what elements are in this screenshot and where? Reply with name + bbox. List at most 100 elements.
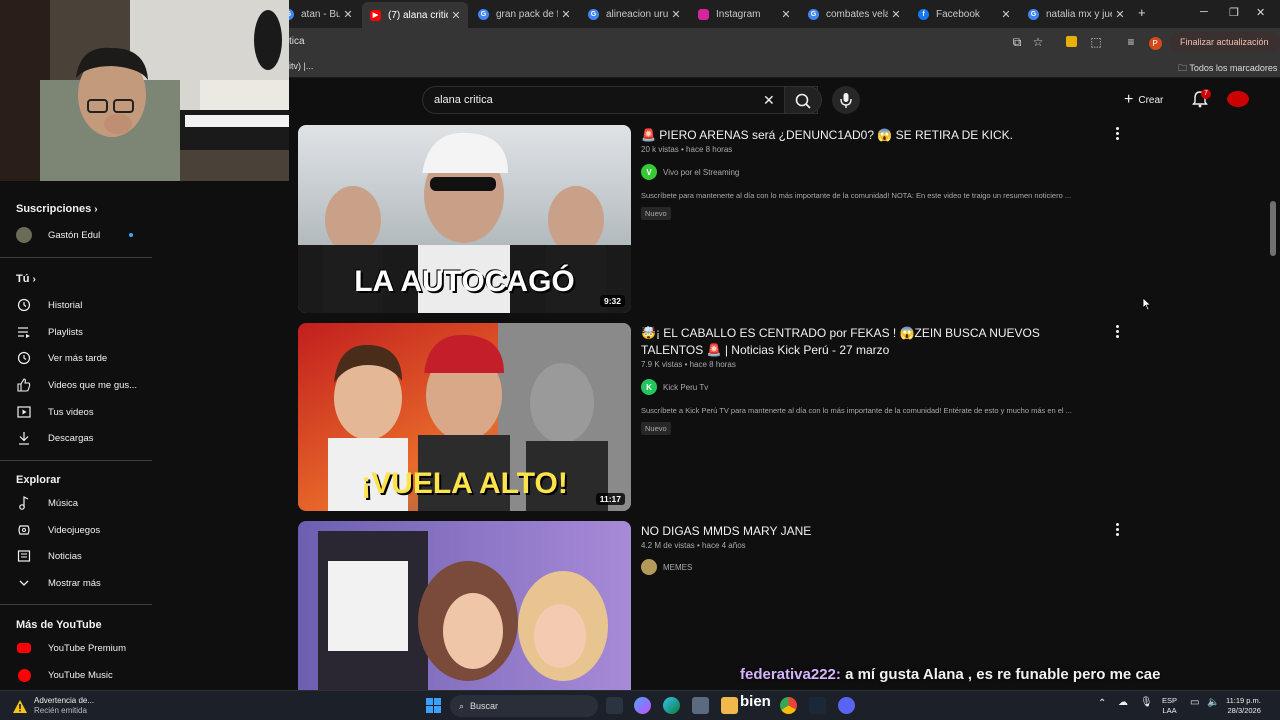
close-window-icon[interactable]: ✕ <box>1256 6 1265 19</box>
tab-google-alineacion[interactable]: G alineacion urugua ✕ <box>580 4 688 24</box>
steam-icon[interactable] <box>809 697 826 714</box>
tab-youtube[interactable]: ▶ (7) alana critica - ✕ <box>362 2 468 28</box>
microphone-tray-icon[interactable]: 🎙 <box>1140 698 1153 708</box>
weather-warning-widget[interactable]: Advertencia de... Recién emitida <box>12 696 94 716</box>
google-icon: G <box>1028 8 1039 20</box>
language-top: ESP <box>1162 696 1178 705</box>
channel-avatar <box>16 227 32 243</box>
taskbar-search[interactable]: ⌕ Buscar <box>450 695 598 717</box>
create-button[interactable]: + Crear <box>1124 89 1163 111</box>
video-thumbnail[interactable]: LA AUTOCAGÓ 9:32 <box>298 125 631 313</box>
minimize-icon[interactable]: ─ <box>1200 6 1208 18</box>
close-tab-icon[interactable]: ✕ <box>448 9 464 22</box>
channel-link[interactable]: V Vivo por el Streaming <box>641 164 739 180</box>
volume-icon[interactable]: 🔈 <box>1207 698 1219 708</box>
tab-instagram[interactable]: Instagram ✕ <box>690 4 798 24</box>
chrome-icon[interactable] <box>780 697 797 714</box>
video-title[interactable]: 🚨 PIERO ARENAS será ¿DENUNC1AD0? 😱 SE RE… <box>641 127 1101 144</box>
page-scrollbar[interactable] <box>1270 201 1276 256</box>
video-meta: 20 k vistas • hace 8 horas <box>641 145 733 154</box>
new-badge: Nuevo <box>641 422 671 435</box>
store-icon[interactable] <box>692 697 709 714</box>
sidebar-item-liked-videos[interactable]: Videos que me gus... <box>16 374 137 396</box>
chat-text: a mí gusta Alana , es re funable pero me… <box>845 666 1161 683</box>
close-tab-icon[interactable]: ✕ <box>558 8 574 21</box>
sidebar-item-label: Gastón Edul <box>48 229 101 241</box>
sidebar-item-your-videos[interactable]: Tus videos <box>16 401 94 423</box>
sidebar-item-show-more[interactable]: Mostrar más <box>16 572 101 594</box>
video-title[interactable]: NO DIGAS MMDS MARY JANE <box>641 523 1101 540</box>
file-explorer-icon[interactable] <box>721 697 738 714</box>
tab-google-natalia[interactable]: G natalia mx y juesg ✕ <box>1020 4 1132 24</box>
restore-icon[interactable]: ❐ <box>1229 6 1239 19</box>
search-button[interactable] <box>784 86 822 114</box>
tab-google-pack[interactable]: G gran pack de figu ✕ <box>470 4 578 24</box>
sidebar-item-news[interactable]: Noticias <box>16 545 82 567</box>
sidebar-item-watch-later[interactable]: Ver más tarde <box>16 347 107 369</box>
sidebar-item-label: YouTube Music <box>48 669 113 681</box>
url-field[interactable]: tica <box>289 36 305 47</box>
sidebar-item-label: Descargas <box>48 432 94 444</box>
finish-update-button[interactable]: Finalizar actualización ⋮ <box>1170 32 1280 67</box>
close-tab-icon[interactable]: ✕ <box>668 8 684 21</box>
tab-google-combates[interactable]: G combates velada ✕ <box>800 4 908 24</box>
sidebar-item-music[interactable]: Música <box>16 492 78 514</box>
webcam-overlay <box>0 0 289 181</box>
all-bookmarks-button[interactable]: 🗀 Todos los marcadores <box>1178 61 1277 77</box>
extension-icon[interactable] <box>1064 35 1078 49</box>
cast-icon[interactable]: ⧉ <box>1010 35 1024 49</box>
copilot-icon[interactable] <box>634 697 651 714</box>
clear-search-icon[interactable]: ✕ <box>763 92 775 109</box>
more-options-icon[interactable] <box>1116 325 1120 340</box>
close-tab-icon[interactable]: ✕ <box>1112 8 1128 21</box>
sidebar-item-history[interactable]: Historial <box>16 294 82 316</box>
subscriptions-heading[interactable]: Suscripciones › <box>16 203 98 215</box>
tray-overflow-icon[interactable]: ⌃ <box>1098 699 1106 709</box>
onedrive-icon[interactable]: ☁ <box>1118 698 1128 708</box>
media-icon[interactable]: ≡ <box>1124 35 1138 49</box>
task-view-icon[interactable] <box>606 697 623 714</box>
tab-facebook[interactable]: f Facebook ✕ <box>910 4 1018 24</box>
sidebar-item-gaming[interactable]: Videojuegos <box>16 519 100 541</box>
language-indicator[interactable]: ESP LAA <box>1162 696 1177 716</box>
warning-icon <box>13 699 27 713</box>
sidebar-item-label: Videojuegos <box>48 524 101 536</box>
network-icon[interactable]: ▭ <box>1190 698 1199 708</box>
close-tab-icon[interactable]: ✕ <box>340 8 356 21</box>
windows-taskbar: Advertencia de... Recién emitida ⌕ Buscar … <box>0 690 1280 720</box>
sidebar-item-gaston-edul[interactable]: Gastón Edul <box>16 224 133 246</box>
you-heading[interactable]: Tú › <box>16 273 36 285</box>
video-title[interactable]: 🤯¡ EL CABALLO ES CENTRADO por FEKAS ! 😱Z… <box>641 325 1101 359</box>
account-avatar[interactable] <box>1227 91 1249 107</box>
search-result[interactable]: NO DIGAS MMDS MARY JANE 4.2 M de vistas … <box>298 521 1128 690</box>
bookmark-item[interactable]: itv) |... <box>289 61 313 71</box>
close-tab-icon[interactable]: ✕ <box>998 8 1014 21</box>
close-tab-icon[interactable]: ✕ <box>888 8 904 21</box>
sidebar-item-downloads[interactable]: Descargas <box>16 427 93 449</box>
bookmark-star-icon[interactable]: ☆ <box>1031 35 1045 49</box>
search-result[interactable]: ¡VUELA ALTO! 11:17 🤯¡ EL CABALLO ES CENT… <box>298 323 1128 513</box>
windows-start-icon[interactable] <box>425 697 442 714</box>
profile-icon[interactable]: P <box>1148 35 1162 50</box>
sidebar-item-label: Historial <box>48 299 83 311</box>
new-tab-button[interactable]: + <box>1138 5 1146 20</box>
channel-link[interactable]: MEMES <box>641 559 692 575</box>
edge-icon[interactable] <box>663 697 680 714</box>
video-thumbnail[interactable] <box>298 521 631 690</box>
tab-label: alineacion urugua <box>606 8 668 20</box>
channel-avatar: V <box>641 164 657 180</box>
sidebar-item-playlists[interactable]: Playlists <box>16 321 83 343</box>
clock[interactable]: 11:19 p.m. 28/3/2026 <box>1226 696 1261 716</box>
search-result[interactable]: LA AUTOCAGÓ 9:32 🚨 PIERO ARENAS será ¿DE… <box>298 125 1128 315</box>
discord-icon[interactable] <box>838 697 855 714</box>
video-thumbnail[interactable]: ¡VUELA ALTO! 11:17 <box>298 323 631 511</box>
sidebar-item-youtube-music[interactable]: YouTube Music <box>16 664 113 686</box>
puzzle-icon[interactable]: ⬚ <box>1089 35 1103 49</box>
close-tab-icon[interactable]: ✕ <box>778 8 794 21</box>
more-options-icon[interactable] <box>1116 523 1120 538</box>
channel-link[interactable]: K Kick Peru Tv <box>641 379 708 395</box>
more-options-icon[interactable] <box>1116 127 1120 142</box>
search-input[interactable]: alana critica ✕ <box>422 86 818 114</box>
voice-search-button[interactable] <box>832 86 860 114</box>
sidebar-item-youtube-premium[interactable]: YouTube Premium <box>16 637 126 659</box>
